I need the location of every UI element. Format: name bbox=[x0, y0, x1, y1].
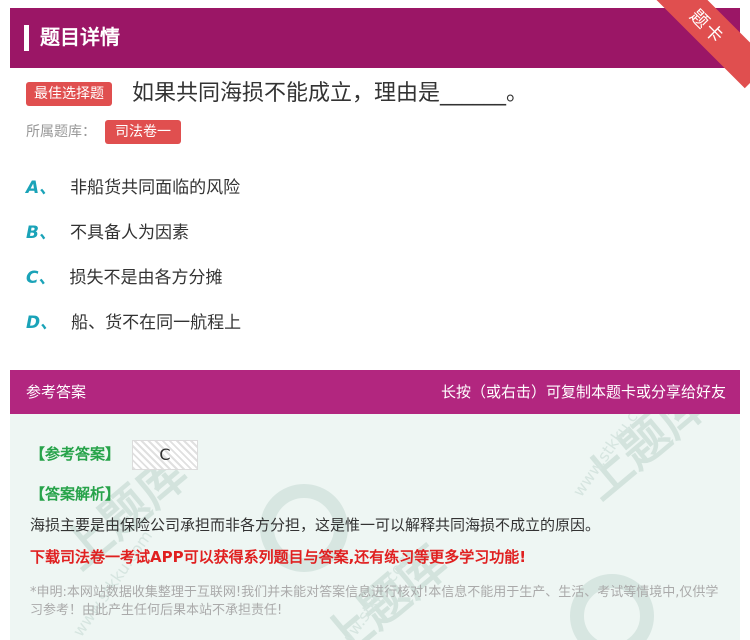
question-type-tag: 最佳选择题 bbox=[26, 82, 112, 106]
reference-answer-label: 【参考答案】 bbox=[30, 445, 121, 463]
option-letter: B、 bbox=[26, 223, 56, 243]
header-accent-bar bbox=[24, 25, 29, 51]
option-d[interactable]: D、 船、货不在同一航程上 bbox=[26, 309, 241, 337]
question-text: 如果共同海损不能成立，理由是______。 bbox=[132, 81, 529, 106]
option-letter: D、 bbox=[26, 313, 58, 333]
page-title: 题目详情 bbox=[40, 25, 120, 49]
option-letter: A、 bbox=[26, 178, 57, 198]
option-letter: C、 bbox=[26, 268, 56, 288]
option-b[interactable]: B、 不具备人为因素 bbox=[26, 219, 189, 247]
app-download-promo[interactable]: 下载司法卷一考试APP可以获得系列题目与答案,还有练习等更多学习功能! bbox=[30, 546, 526, 568]
option-c[interactable]: C、 损失不是由各方分摊 bbox=[26, 264, 222, 292]
option-a[interactable]: A、 非船货共同面临的风险 bbox=[26, 174, 240, 202]
option-text: 不具备人为因素 bbox=[69, 223, 189, 243]
analysis-text: 海损主要是由保险公司承担而非各方分担，这是惟一可以解释共同海损不成立的原因。 bbox=[30, 516, 601, 534]
answer-body: 上题库 上题库 上题库 www.stkku.com www.stkku.com … bbox=[10, 414, 740, 640]
question-bank-tag[interactable]: 司法卷一 bbox=[105, 120, 181, 144]
reference-answer-value: C bbox=[132, 440, 198, 470]
share-hint: 长按（或右击）可复制本题卡或分享给好友 bbox=[440, 383, 726, 401]
answer-title: 参考答案 bbox=[26, 383, 87, 401]
option-text: 损失不是由各方分摊 bbox=[69, 268, 223, 288]
page-header: 题目详情 bbox=[10, 8, 740, 68]
option-text: 船、货不在同一航程上 bbox=[71, 313, 242, 333]
question-bank-label: 所属题库： bbox=[26, 124, 96, 140]
answer-header: 参考答案 长按（或右击）可复制本题卡或分享给好友 bbox=[10, 370, 740, 414]
analysis-label: 【答案解析】 bbox=[30, 485, 121, 503]
disclaimer-text: *申明:本网站数据收集整理于互联网!我们并未能对答案信息进行核对!本信息不能用于… bbox=[30, 585, 719, 618]
option-text: 非船货共同面临的风险 bbox=[70, 178, 241, 198]
